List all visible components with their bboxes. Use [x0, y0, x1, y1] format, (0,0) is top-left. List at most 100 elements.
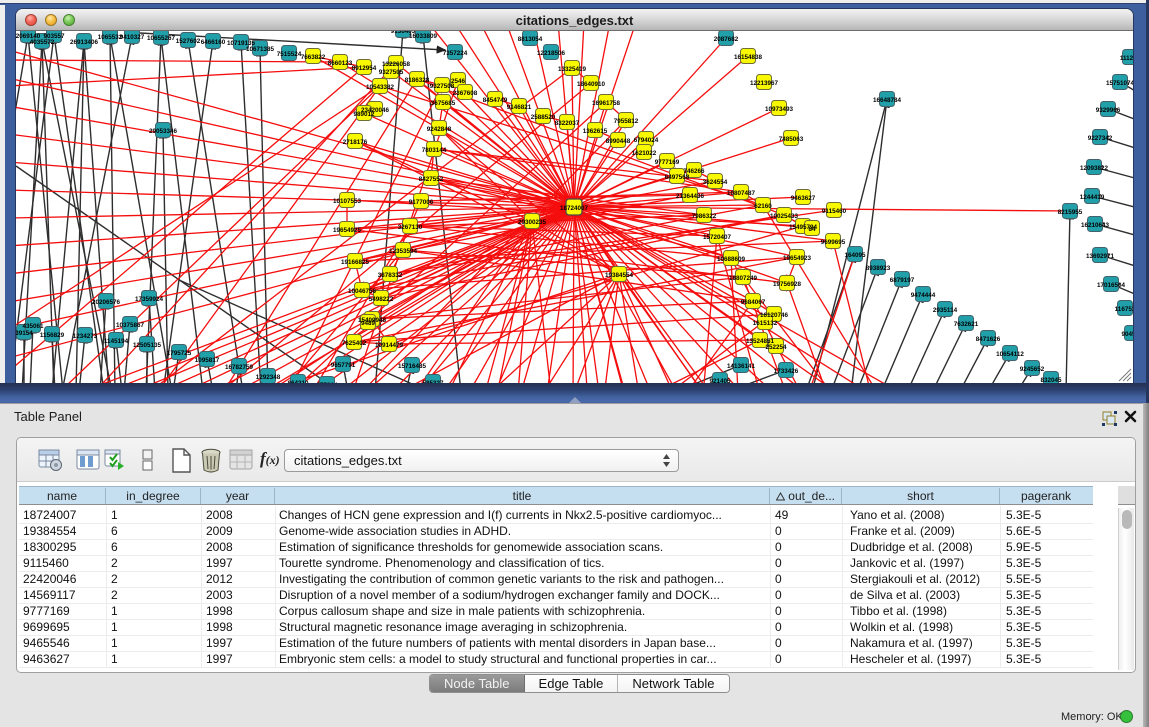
- svg-text:8813054: 8813054: [518, 36, 543, 43]
- svg-text:1527602: 1527602: [176, 38, 201, 45]
- svg-text:29300235: 29300235: [518, 219, 547, 226]
- svg-text:9146821: 9146821: [507, 104, 532, 111]
- svg-text:3624554: 3624554: [703, 179, 728, 186]
- svg-text:16120746: 16120746: [760, 312, 789, 319]
- svg-text:9463627: 9463627: [791, 195, 816, 202]
- svg-text:2935114: 2935114: [933, 307, 958, 314]
- svg-text:1615132: 1615132: [753, 320, 778, 327]
- svg-text:903557: 903557: [43, 33, 65, 40]
- svg-text:18807249: 18807249: [729, 275, 758, 282]
- svg-text:111209: 111209: [1120, 55, 1133, 62]
- svg-text:19654925: 19654925: [333, 227, 362, 234]
- svg-text:7955812: 7955812: [614, 118, 639, 125]
- svg-text:12218506: 12218506: [537, 50, 566, 57]
- svg-text:2087682: 2087682: [714, 36, 739, 43]
- svg-text:7625402: 7625402: [342, 340, 367, 347]
- svg-text:7803144: 7803144: [422, 147, 447, 154]
- svg-text:7663822: 7663822: [301, 54, 326, 61]
- svg-text:1733426: 1733426: [774, 368, 799, 375]
- svg-text:16033809: 16033809: [409, 33, 438, 40]
- svg-text:12353594: 12353594: [389, 248, 418, 255]
- svg-text:989012: 989012: [353, 111, 375, 118]
- svg-text:435061: 435061: [22, 323, 44, 330]
- svg-text:9657791: 9657791: [331, 362, 356, 369]
- svg-text:19654923: 19654923: [783, 255, 812, 262]
- svg-text:1244419: 1244419: [1080, 194, 1105, 201]
- svg-text:6466160: 6466160: [201, 39, 226, 46]
- svg-text:1234273: 1234273: [73, 333, 98, 340]
- svg-text:2588520: 2588520: [531, 114, 556, 121]
- svg-text:8471626: 8471626: [976, 336, 1001, 343]
- svg-text:16961758: 16961758: [592, 100, 621, 107]
- svg-text:18640910: 18640910: [577, 81, 606, 88]
- svg-text:7515524: 7515524: [277, 51, 302, 58]
- svg-text:10543382: 10543382: [366, 84, 395, 91]
- svg-text:29053346: 29053346: [149, 128, 178, 135]
- svg-text:15720407: 15720407: [703, 234, 732, 241]
- svg-text:10107553: 10107553: [333, 198, 362, 205]
- svg-text:9684067: 9684067: [741, 299, 766, 306]
- svg-text:12505135: 12505135: [133, 342, 162, 349]
- svg-text:62160: 62160: [754, 203, 772, 210]
- svg-text:10025433: 10025433: [770, 213, 799, 220]
- svg-text:8938923: 8938923: [866, 265, 891, 272]
- svg-text:9242848: 9242848: [427, 126, 452, 133]
- svg-text:1145194: 1145194: [104, 338, 129, 345]
- svg-text:1095817: 1095817: [195, 357, 220, 364]
- svg-text:3267130: 3267130: [398, 224, 423, 231]
- svg-text:84: 84: [808, 226, 816, 233]
- svg-text:17016504: 17016504: [1097, 282, 1126, 289]
- svg-text:7485063: 7485063: [779, 136, 804, 143]
- svg-text:8660123: 8660123: [328, 60, 353, 67]
- svg-text:8186328: 8186328: [405, 77, 430, 84]
- svg-text:15716485: 15716485: [398, 363, 427, 370]
- svg-text:15751074: 15751074: [1106, 80, 1133, 87]
- svg-text:20206576: 20206576: [92, 299, 121, 306]
- svg-text:19384554: 19384554: [605, 272, 634, 279]
- svg-text:9227342: 9227342: [1088, 135, 1113, 142]
- svg-text:6497568: 6497568: [665, 174, 690, 181]
- svg-text:4035572: 4035572: [30, 39, 55, 46]
- svg-text:9245652: 9245652: [1020, 366, 1045, 373]
- svg-text:1292348: 1292348: [256, 374, 281, 381]
- svg-text:26913406: 26913406: [70, 39, 99, 46]
- svg-text:9329966: 9329966: [1096, 107, 1121, 114]
- svg-text:14136141: 14136141: [727, 363, 756, 370]
- svg-text:7357224: 7357224: [443, 50, 468, 57]
- svg-text:16154838: 16154838: [734, 54, 763, 61]
- svg-text:9474444: 9474444: [911, 292, 936, 299]
- svg-text:18724007: 18724007: [560, 205, 589, 212]
- svg-text:7632621: 7632621: [954, 321, 979, 328]
- svg-text:9699695: 9699695: [821, 239, 846, 246]
- svg-text:9777169: 9777169: [655, 159, 680, 166]
- svg-text:10807487: 10807487: [727, 190, 756, 197]
- svg-text:904512: 904512: [1121, 331, 1133, 338]
- svg-text:12213967: 12213967: [750, 80, 779, 87]
- svg-text:8427552: 8427552: [419, 176, 444, 183]
- svg-text:19166825: 19166825: [341, 259, 370, 266]
- svg-text:10375867: 10375867: [116, 322, 145, 329]
- svg-text:116753: 116753: [1115, 306, 1133, 313]
- svg-text:13325419: 13325419: [558, 66, 587, 73]
- svg-text:13692971: 13692971: [1086, 253, 1115, 260]
- svg-text:17359924: 17359924: [135, 296, 164, 303]
- svg-text:10654112: 10654112: [996, 351, 1024, 358]
- svg-text:3675685: 3675685: [431, 100, 456, 107]
- svg-text:10671385: 10671385: [246, 46, 275, 53]
- svg-text:5498222: 5498222: [369, 296, 394, 303]
- svg-text:2546: 2546: [451, 78, 466, 85]
- svg-text:13226058: 13226058: [382, 61, 411, 68]
- svg-text:9327505: 9327505: [379, 69, 404, 76]
- svg-text:7986322: 7986322: [692, 213, 717, 220]
- svg-text:16210643: 16210643: [1081, 222, 1110, 229]
- svg-text:2718176: 2718176: [343, 139, 368, 146]
- svg-text:1795725: 1795725: [167, 350, 192, 357]
- svg-text:10914479: 10914479: [375, 342, 404, 349]
- svg-text:16782759: 16782759: [225, 364, 254, 371]
- svg-text:1362615: 1362615: [583, 128, 608, 135]
- svg-text:8990448: 8990448: [606, 138, 631, 145]
- svg-text:10688609: 10688609: [717, 256, 746, 263]
- svg-text:9489: 9489: [361, 320, 376, 327]
- svg-text:10973493: 10973493: [765, 106, 794, 113]
- svg-text:8322037: 8322037: [555, 120, 580, 127]
